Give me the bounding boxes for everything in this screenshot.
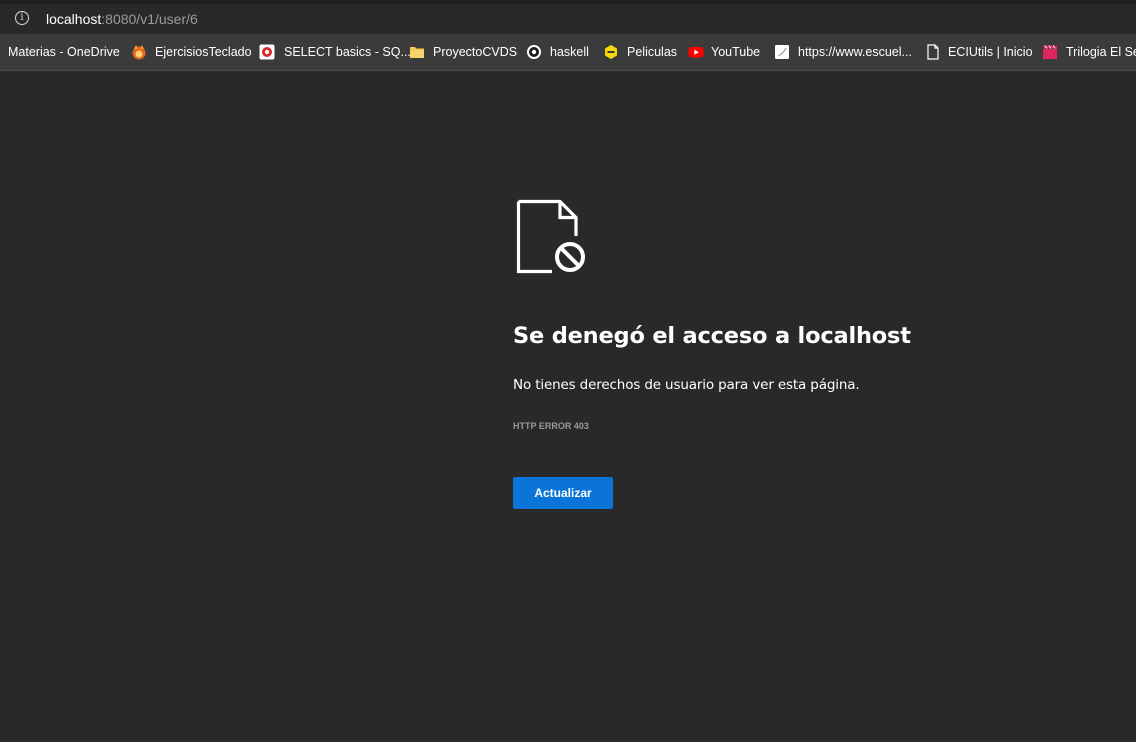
- reload-button[interactable]: Actualizar: [513, 477, 613, 509]
- hexagon-icon: [605, 45, 617, 59]
- url-host: localhost: [46, 11, 102, 27]
- info-icon[interactable]: i: [15, 11, 29, 25]
- bookmark-label: Trilogia El Señ: [1066, 45, 1136, 59]
- folder-icon: [410, 47, 424, 58]
- bookmark-label: Peliculas: [627, 45, 678, 59]
- blocked-document-icon: [516, 199, 585, 274]
- clapperboard-icon: [1043, 45, 1057, 59]
- bookmark-label: ECIUtils | Inicio: [948, 45, 1033, 59]
- document-icon: [927, 44, 939, 60]
- address-bar[interactable]: i localhost:8080/v1/user/6: [0, 4, 1136, 34]
- bookmark-label: SELECT basics - SQ...: [284, 45, 411, 59]
- bookmark-label: https://www.escuel...: [798, 45, 912, 59]
- url-text[interactable]: localhost:8080/v1/user/6: [46, 10, 198, 28]
- bookmark-label: EjercisiosTeclado: [155, 45, 252, 59]
- fox-icon: [132, 45, 146, 60]
- error-description: No tienes derechos de usuario para ver e…: [513, 377, 860, 393]
- browser-chrome: i localhost:8080/v1/user/6 Materias - On…: [0, 0, 1136, 71]
- bookmarks-bar: Materias - OneDrive EjercisiosTeclado SE…: [0, 34, 1136, 71]
- error-page: Se denegó el acceso a localhost No tiene…: [0, 71, 1136, 742]
- bookmark-label: ProyectoCVDS: [433, 45, 518, 59]
- page-icon: [775, 45, 789, 59]
- bookmark-label: Materias - OneDrive: [8, 45, 120, 59]
- url-path: :8080/v1/user/6: [101, 11, 198, 27]
- haskell-icon: [527, 45, 541, 59]
- bookmark-label: YouTube: [711, 45, 761, 59]
- youtube-icon: [688, 47, 704, 58]
- error-code: HTTP ERROR 403: [513, 421, 589, 431]
- sqlzoo-icon: [259, 44, 275, 60]
- bookmark-label: haskell: [550, 45, 589, 59]
- page-title: Se denegó el acceso a localhost: [513, 323, 911, 349]
